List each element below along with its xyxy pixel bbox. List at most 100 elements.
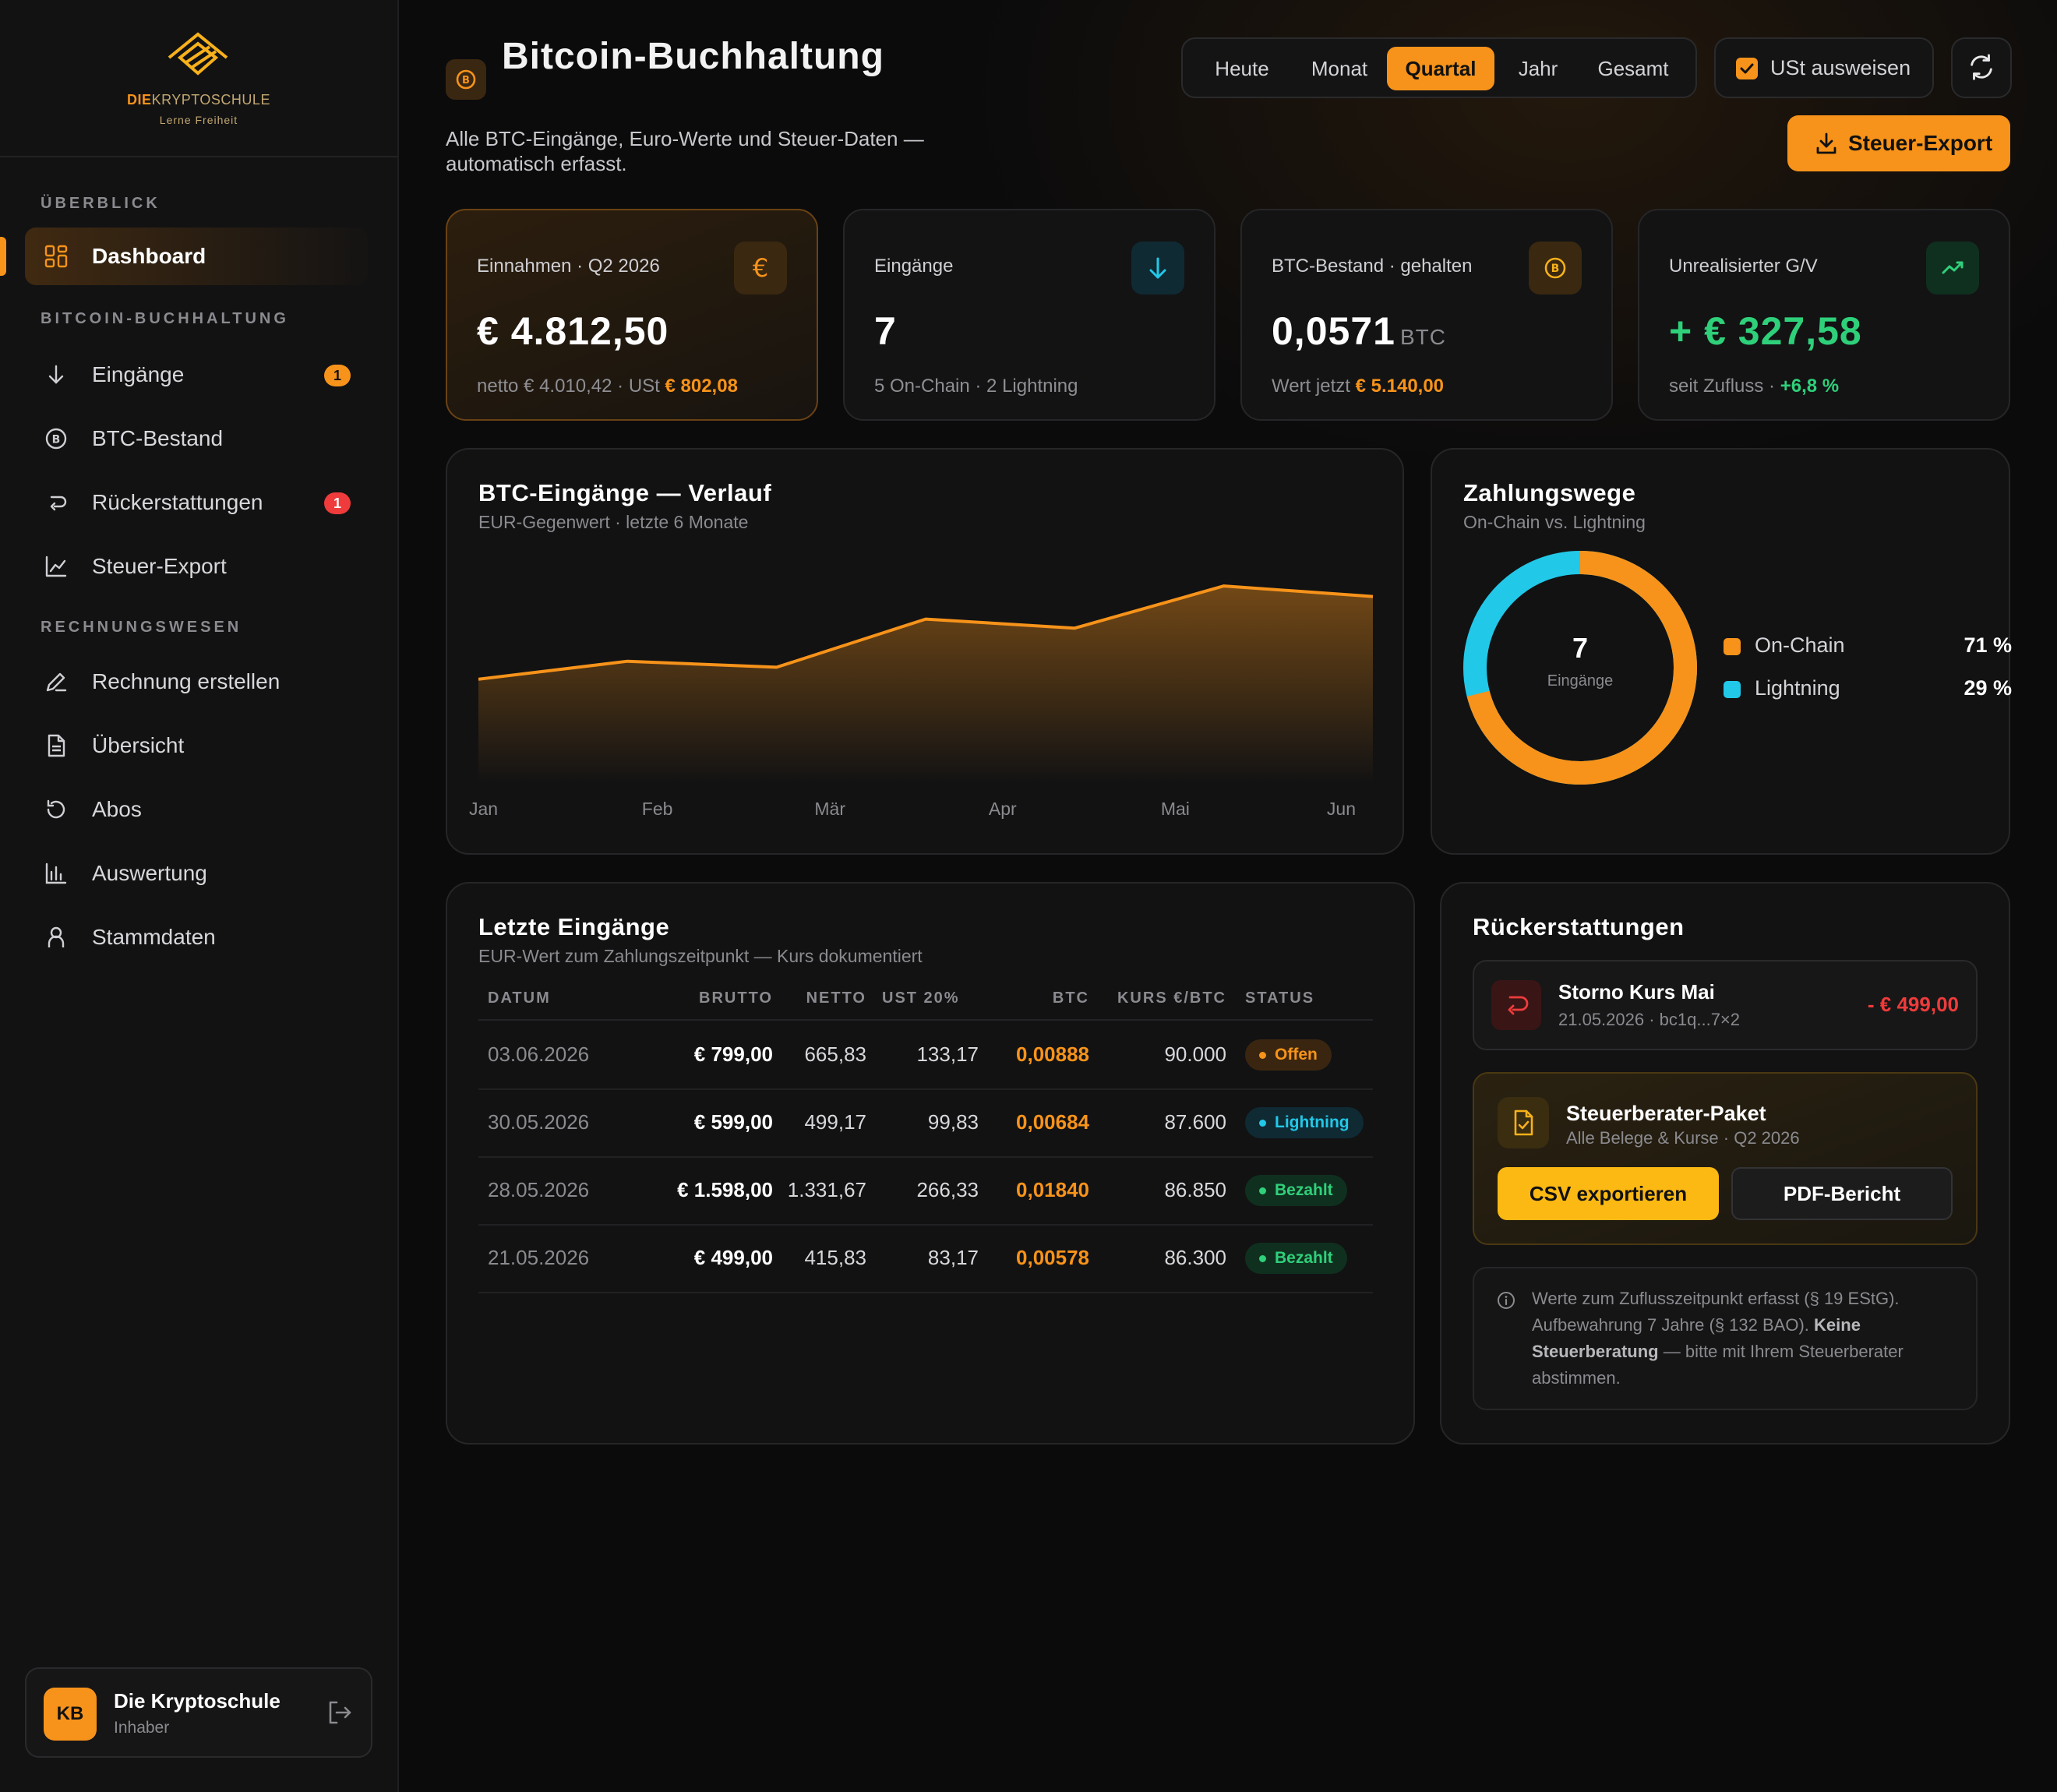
period-button-gesamt[interactable]: Gesamt [1579, 47, 1688, 90]
trend-up-icon [1926, 242, 1979, 295]
cell-kurs: 90.000 [1164, 1042, 1226, 1066]
cell-btc: 0,00684 [1016, 1110, 1089, 1134]
nav-section-bitcoin: BITCOIN-BUCHHALTUNG [41, 310, 289, 327]
cell-kurs: 87.600 [1164, 1110, 1226, 1134]
cell-date: 21.05.2026 [488, 1246, 590, 1269]
sidebar-item-label: Eingänge [92, 362, 185, 386]
kpi-subtext-highlight: € 5.140,00 [1355, 376, 1445, 397]
sidebar-item-rechnung-erstellen[interactable]: Rechnung erstellen [25, 653, 368, 711]
kpi-subtext-highlight: € 802,08 [665, 376, 738, 397]
csv-export-button[interactable]: CSV exportieren [1498, 1167, 1719, 1220]
x-tick-label: Mai [1160, 799, 1190, 819]
sidebar-item-abos[interactable]: Abos [25, 781, 368, 838]
cell-kurs: 86.850 [1164, 1178, 1226, 1201]
sidebar-item-label: Dashboard [92, 244, 206, 268]
active-indicator [0, 237, 6, 276]
table-subtitle: EUR-Wert zum Zahlungszeitpunkt — Kurs do… [478, 946, 923, 966]
logo[interactable]: DIEKRYPTOSCHULE Lerne Freiheit [0, 0, 397, 157]
donut-svg [1463, 551, 1697, 785]
bar-chart-icon [45, 862, 67, 884]
column-header-kurs: KURS €/BTC [1117, 989, 1226, 1007]
table-row[interactable]: 30.05.2026 € 599,00 499,17 99,83 0,00684 87.6… [478, 1090, 1373, 1158]
sidebar-item-auswertung[interactable]: Auswertung [25, 845, 368, 902]
table-row[interactable]: 21.05.2026 € 499,00 415,83 83,17 0,00578 86.3… [478, 1226, 1373, 1293]
kpi-card-btc-bestand[interactable]: BTC-Bestand · gehalten B 0,0571 BTC Wert … [1240, 209, 1613, 421]
sidebar-item-eingaenge[interactable]: Eingänge 1 [25, 346, 368, 404]
kpi-card-unrealisiert[interactable]: Unrealisierter G/V + € 327,58 seit Zuflu… [1638, 209, 2010, 421]
info-icon [1498, 1292, 1515, 1309]
column-header-brutto: BRUTTO [699, 989, 773, 1007]
note-text: Werte zum Zuflusszeitpunkt erfasst (§ 19… [1532, 1286, 1960, 1392]
refund-item[interactable]: Storno Kurs Mai 21.05.2026 · bc1q...7×2 … [1473, 960, 1978, 1050]
donut-chart: 7 Eingänge [1463, 551, 1697, 785]
notification-badge: 1 [324, 365, 351, 386]
refresh-button[interactable] [1951, 37, 2012, 98]
package-subtitle: Alle Belege & Kurse · Q2 2026 [1566, 1128, 1800, 1148]
cell-date: 30.05.2026 [488, 1110, 590, 1134]
sidebar-item-stammdaten[interactable]: Stammdaten [25, 908, 368, 966]
dashboard-grid-icon [44, 245, 68, 268]
steuer-export-label: Steuer-Export [1848, 131, 1993, 155]
kpi-subtext-label: netto € 4.010,42 · USt [477, 376, 660, 397]
cell-netto: 665,83 [804, 1042, 866, 1066]
logo-tagline: Lerne Freiheit [159, 114, 238, 126]
sidebar-item-label: Rechnung erstellen [92, 669, 280, 693]
cell-brutto: € 499,00 [693, 1246, 773, 1269]
legend-swatch [1724, 681, 1741, 698]
sidebar-item-steuer-export[interactable]: Steuer-Export [25, 538, 368, 595]
table-row[interactable]: 03.06.2026 € 799,00 665,83 133,17 0,00888 90.… [478, 1022, 1373, 1090]
ust-toggle[interactable]: USt ausweisen [1714, 37, 1934, 98]
cell-ust: 99,83 [927, 1110, 979, 1134]
steuer-export-button[interactable]: Steuer-Export [1787, 115, 2010, 171]
refresh-icon [1971, 54, 1992, 80]
area-fill [478, 586, 1373, 785]
table-row[interactable]: 28.05.2026 € 1.598,00 1.331,67 266,33 0,0184… [478, 1158, 1373, 1226]
cell-brutto: € 599,00 [693, 1110, 773, 1134]
user-name: Die Kryptoschule [114, 1689, 280, 1713]
legend-swatch [1724, 638, 1741, 655]
logo-mark-icon [168, 32, 228, 76]
bitcoin-icon: B [45, 428, 67, 450]
period-button-jahr[interactable]: Jahr [1499, 47, 1577, 90]
svg-text:B: B [52, 434, 61, 446]
period-button-monat[interactable]: Monat [1289, 47, 1390, 90]
chart-title: BTC-Eingänge — Verlauf [478, 479, 772, 506]
status-badge: Offen [1245, 1039, 1332, 1071]
cell-ust: 83,17 [927, 1246, 979, 1269]
arrow-down-icon [1131, 242, 1184, 295]
ust-label: USt ausweisen [1770, 56, 1911, 79]
sidebar-item-dashboard[interactable]: Dashboard [25, 228, 368, 285]
kpi-subtext: Wert jetzt € 5.140,00 [1272, 376, 1444, 397]
sidebar-item-uebersicht[interactable]: Übersicht [25, 717, 368, 774]
x-tick-label: Feb [641, 799, 673, 819]
title-bitcoin-icon: B [446, 59, 486, 100]
column-header-datum: DATUM [488, 989, 551, 1007]
logout-icon[interactable] [326, 1699, 354, 1727]
kpi-value: 0,0571 BTC [1272, 309, 1446, 354]
kpi-value: 7 [874, 309, 897, 353]
logo-wordmark: DIEKRYPTOSCHULE [0, 92, 397, 108]
sidebar-item-rueckerstattungen[interactable]: Rückerstattungen 1 [25, 474, 368, 531]
cell-netto: 1.331,67 [787, 1178, 866, 1201]
pdf-report-button[interactable]: PDF-Bericht [1731, 1167, 1953, 1220]
legend-percent: 29 % [1964, 676, 2012, 700]
period-button-heute[interactable]: Heute [1197, 47, 1287, 90]
page-subtitle: Alle BTC-Eingänge, Euro-Werte und Steuer… [446, 127, 924, 175]
period-button-quartal[interactable]: Quartal [1387, 47, 1494, 90]
document-check-icon [1498, 1097, 1549, 1148]
cell-btc: 0,01840 [1016, 1178, 1089, 1201]
sidebar-item-btc-bestand[interactable]: B BTC-Bestand [25, 410, 368, 467]
transactions-panel: Letzte Eingänge EUR-Wert zum Zahlungszei… [446, 882, 1415, 1445]
kpi-value: + € 327,58 [1669, 309, 1862, 353]
user-card[interactable]: KB Die Kryptoschule Inhaber [25, 1667, 372, 1758]
status-badge: Bezahlt [1245, 1243, 1347, 1274]
kpi-value: € 4.812,50 [477, 309, 669, 353]
kpi-card-eingaenge[interactable]: Eingänge 7 5 On-Chain · 2 Lightning [843, 209, 1216, 421]
kpi-card-einnahmen[interactable]: Einnahmen · Q2 2026 € € 4.812,50 netto €… [446, 209, 818, 421]
ust-checkbox[interactable] [1736, 58, 1758, 79]
sidebar-item-label: Stammdaten [92, 925, 216, 949]
cell-ust: 266,33 [916, 1178, 979, 1201]
period-selector: Heute Monat Quartal Jahr Gesamt [1181, 37, 1697, 98]
cell-netto: 415,83 [804, 1246, 866, 1269]
table-title: Letzte Eingänge [478, 913, 670, 940]
